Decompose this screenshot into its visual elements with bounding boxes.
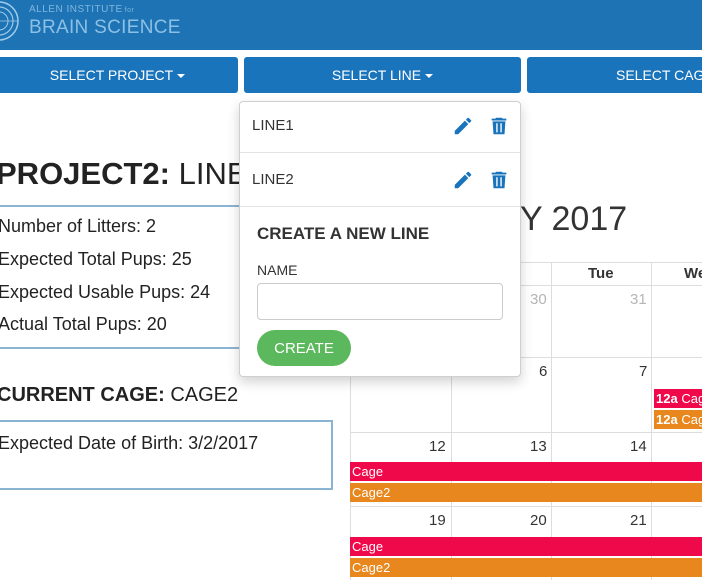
calendar-line [350,432,702,433]
day-number[interactable]: 13 [530,438,547,455]
logo-text-bottom: BRAIN SCIENCE [29,17,181,38]
day-header-wed: We [684,265,702,282]
calendar-event[interactable]: Cage2 [350,558,702,577]
trash-icon[interactable] [488,169,510,191]
line-dropdown-menu: LINE1 LINE2 CREATE A NEW LINE NAME CREAT… [239,101,521,377]
stat-expected-total: Expected Total Pups: 25 [0,249,192,269]
divider [240,206,520,207]
day-number[interactable]: 7 [639,363,647,380]
allen-logo-icon [0,1,19,41]
select-project-label: SELECT PROJECT [49,67,174,83]
calendar-event[interactable]: 12a Cag [654,410,702,429]
logo-text-top: ALLEN INSTITUTE for [29,4,135,15]
stat-expected-usable: Expected Usable Pups: 24 [0,282,211,302]
calendar-line [551,262,552,580]
cage-panel [0,420,333,490]
calendar-line [350,506,702,507]
calendar-event[interactable]: 12a Cag [654,389,702,408]
name-label: NAME [257,262,298,278]
caret-down-icon [177,74,186,78]
create-line-heading: CREATE A NEW LINE [257,224,430,243]
calendar-line [651,262,652,580]
day-number[interactable]: 14 [630,438,647,455]
current-cage-heading: CURRENT CAGE: CAGE2 [0,384,239,406]
calendar-event[interactable]: Cage [350,462,702,481]
dropdown-item-line2[interactable]: LINE2 [240,153,520,203]
select-cage-button[interactable]: SELECT CAGE [527,57,702,93]
select-line-button[interactable]: SELECT LINE [244,57,521,93]
trash-icon[interactable] [488,115,510,137]
stat-actual-total: Actual Total Pups: 20 [0,314,167,334]
dropdown-item-line1[interactable]: LINE1 [240,102,520,152]
calendar-month-title: Y 2017 [520,200,628,238]
select-cage-label: SELECT CAGE [616,67,702,83]
caret-down-icon [425,74,434,78]
line-name-input[interactable] [257,283,503,320]
expected-birth-date: Expected Date of Birth: 3/2/2017 [0,433,259,453]
select-line-label: SELECT LINE [331,67,422,83]
day-number[interactable]: 20 [530,512,547,529]
day-number[interactable]: 6 [539,363,547,380]
day-number[interactable]: 30 [530,291,547,308]
day-header-tue: Tue [588,265,614,282]
calendar-event[interactable]: Cage [350,537,702,556]
page-title: PROJECT2: LINE [0,156,248,191]
stat-litters: Number of Litters: 2 [0,216,157,236]
select-project-button[interactable]: SELECT PROJECT [0,57,238,93]
dropdown-item-label: LINE1 [252,117,294,134]
dropdown-item-label: LINE2 [252,171,294,188]
day-number[interactable]: 21 [630,512,647,529]
pencil-icon[interactable] [452,169,474,191]
day-number[interactable]: 31 [630,291,647,308]
app-header: ALLEN INSTITUTE for BRAIN SCIENCE [0,0,702,50]
create-button[interactable]: CREATE [257,330,351,366]
pencil-icon[interactable] [452,115,474,137]
day-number[interactable]: 19 [429,512,446,529]
calendar-event[interactable]: Cage2 [350,483,702,502]
day-number[interactable]: 12 [429,438,446,455]
